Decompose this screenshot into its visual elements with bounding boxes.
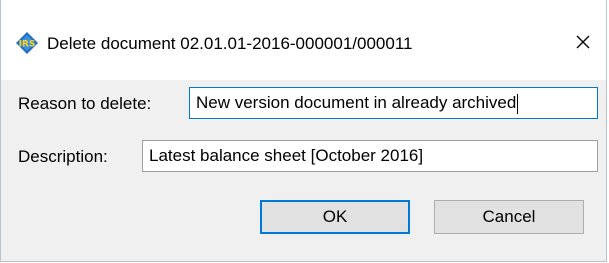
ok-button[interactable]: OK (260, 200, 410, 234)
reason-label: Reason to delete: (18, 94, 152, 113)
delete-document-dialog: IRS Delete document 02.01.01-2016-000001… (0, 0, 607, 262)
reason-input[interactable]: New version document in already archived (189, 87, 598, 119)
app-icon: IRS (16, 32, 38, 54)
description-input[interactable]: Latest balance sheet [October 2016] (142, 140, 598, 172)
description-label: Description: (18, 147, 108, 166)
svg-text:IRS: IRS (19, 40, 36, 50)
cancel-button[interactable]: Cancel (434, 200, 584, 234)
text-caret (517, 93, 519, 114)
window-title: Delete document 02.01.01-2016-000001/000… (47, 34, 413, 53)
close-button[interactable] (560, 22, 606, 62)
reason-input-value: New version document in already archived (196, 93, 517, 112)
title-bar: IRS Delete document 02.01.01-2016-000001… (1, 0, 606, 80)
description-input-value: Latest balance sheet [October 2016] (149, 146, 424, 165)
close-icon (576, 35, 590, 49)
dialog-content: Reason to delete: New version document i… (1, 80, 606, 261)
